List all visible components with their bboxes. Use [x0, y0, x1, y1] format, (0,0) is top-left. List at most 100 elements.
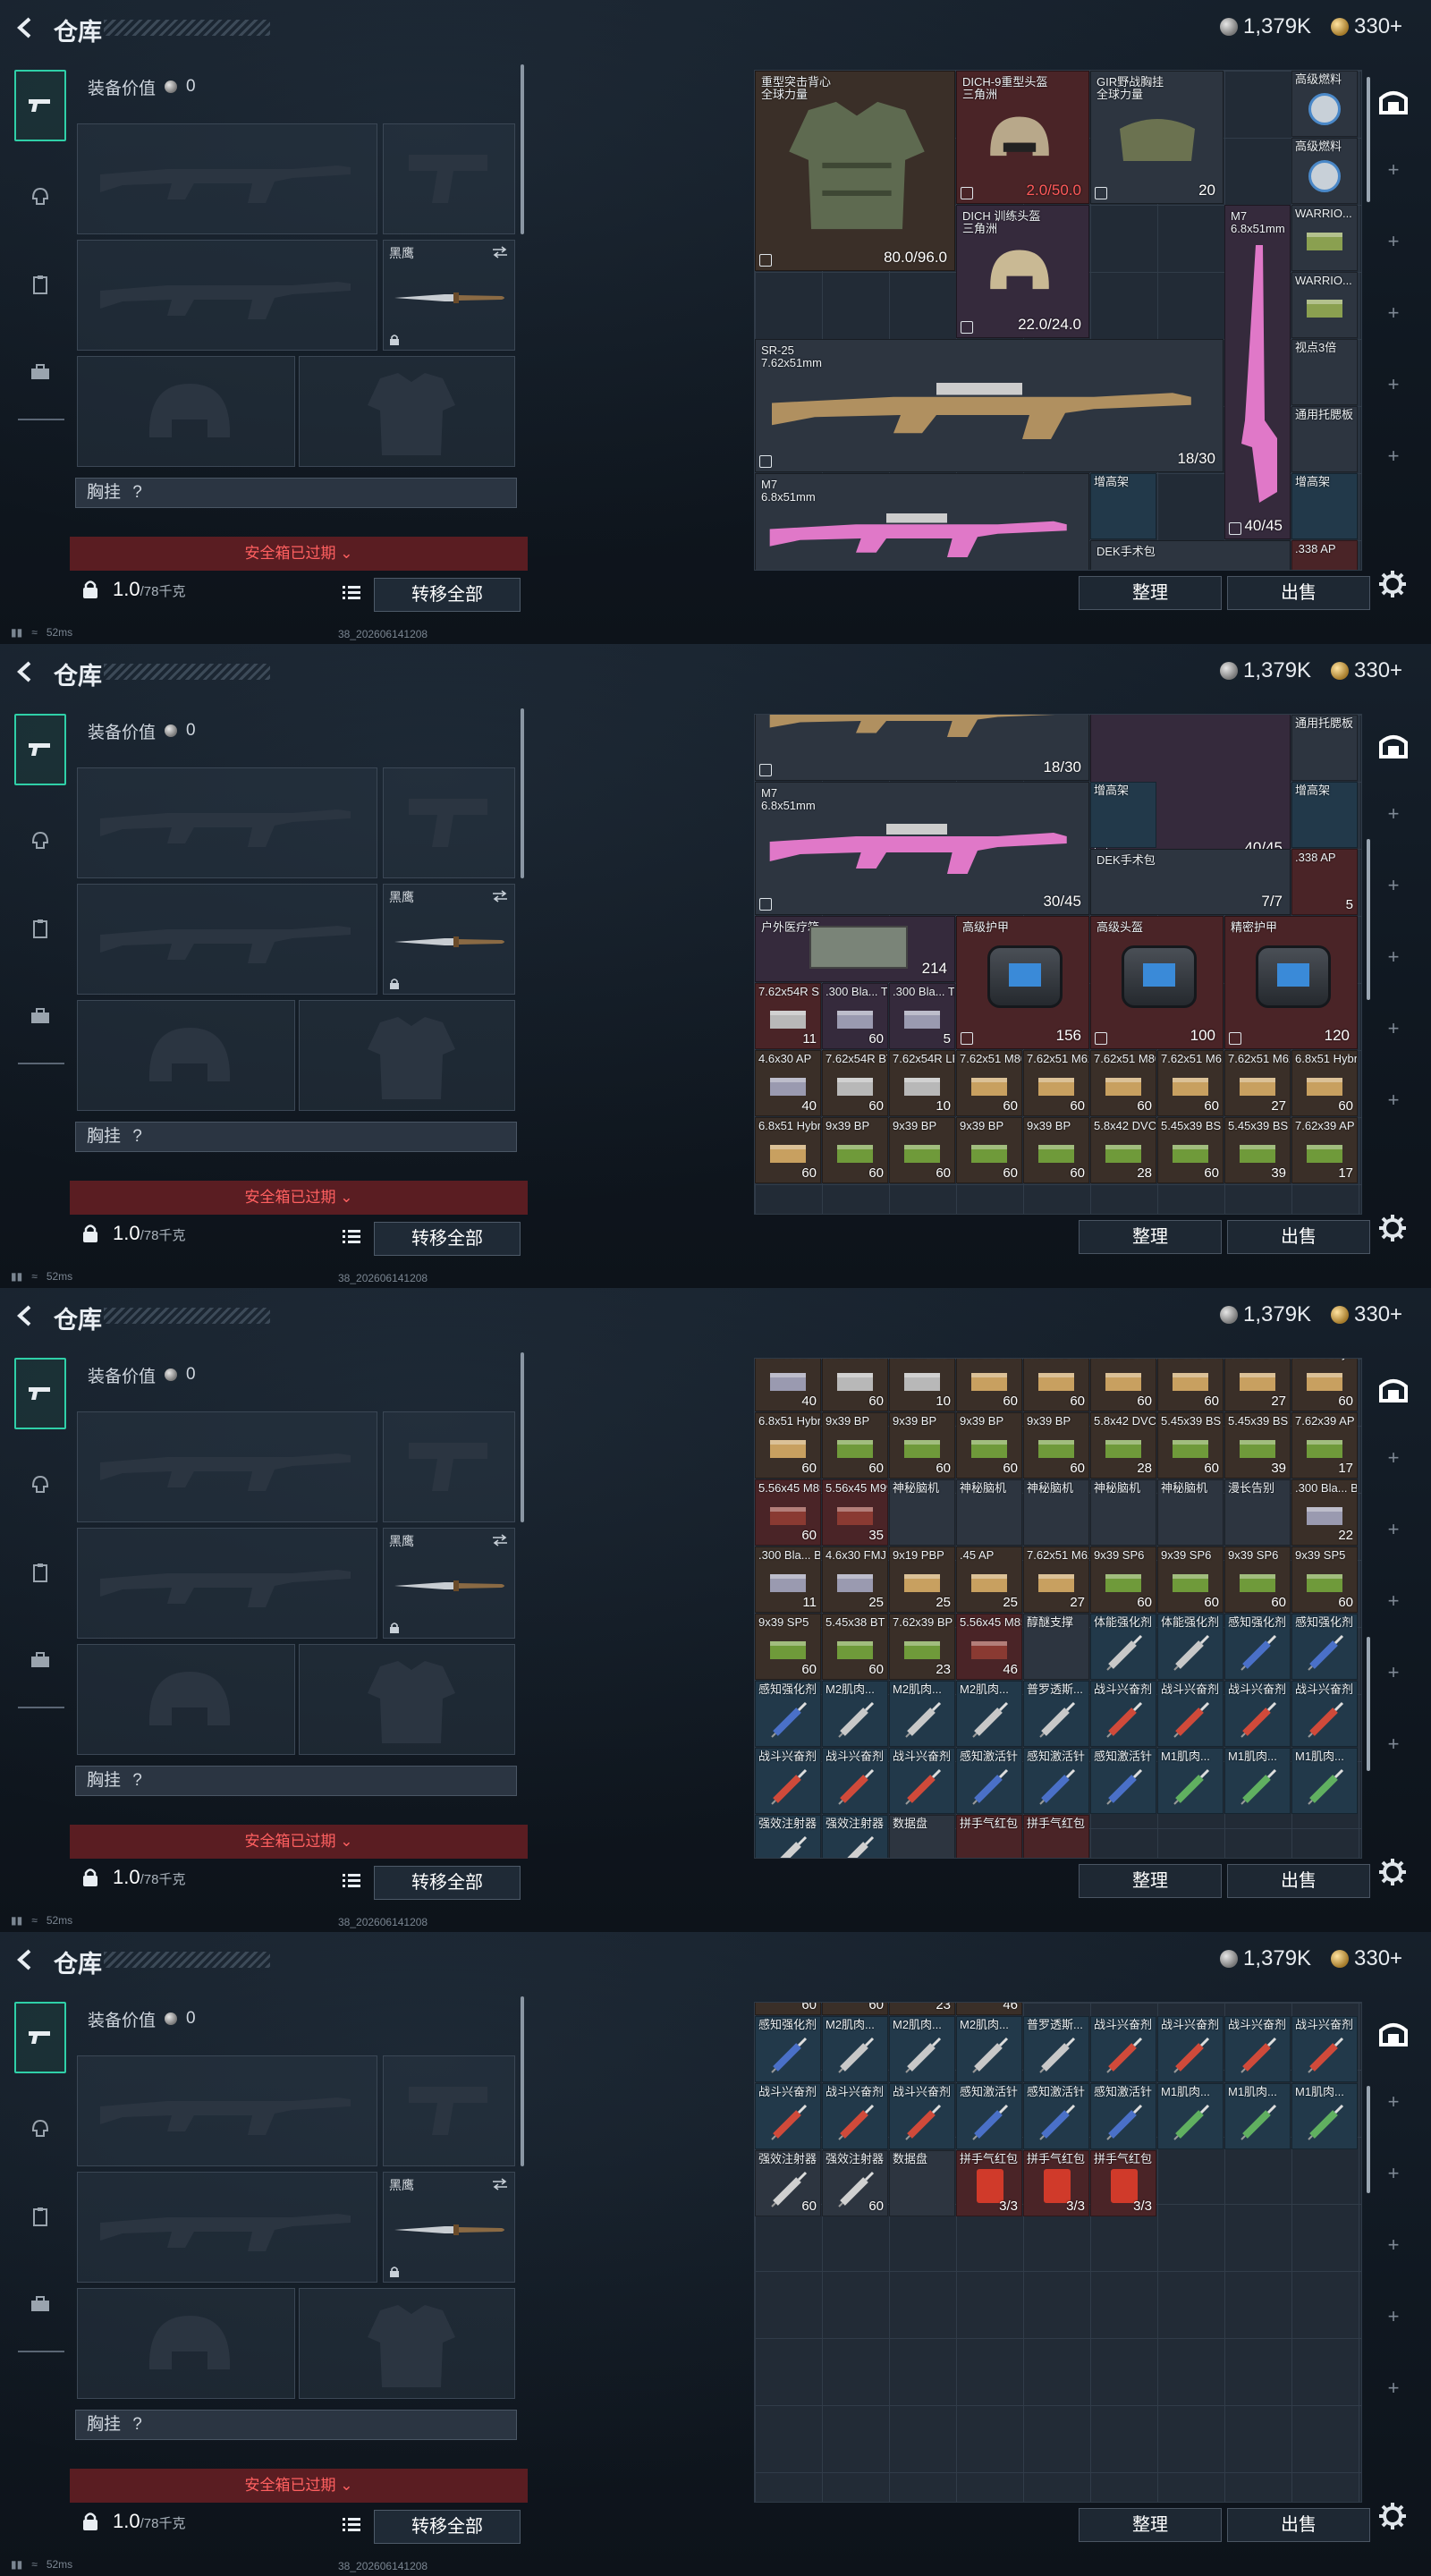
swap-icon[interactable] — [491, 246, 509, 258]
ammo-item[interactable]: 7.62x39 AP 17 — [1291, 1117, 1358, 1183]
nav-items-tab[interactable] — [14, 893, 66, 964]
consumable-item[interactable]: M1肌肉... — [1224, 1748, 1291, 1814]
cheek-rest-item[interactable]: 通用托腮板 — [1291, 406, 1358, 472]
consumable-item[interactable]: M2肌肉... — [956, 1681, 1022, 1747]
fuel-item[interactable]: 高级燃料 — [1291, 71, 1358, 137]
chest-rig-slot[interactable]: 胸挂 ? — [75, 1122, 517, 1152]
move-all-button[interactable]: 转移全部 — [374, 1866, 521, 1900]
training-helmet-item[interactable]: DICH 训练头盔 三角洲 22.0/24.0 — [956, 205, 1089, 338]
add-tab-plus-icon[interactable]: + — [1377, 1013, 1410, 1045]
sell-button[interactable]: 出售 — [1227, 576, 1370, 610]
list-icon[interactable] — [342, 1227, 361, 1245]
ammo-item[interactable]: 5.45x39 BS 60 — [1157, 1117, 1224, 1183]
chest-rig-item[interactable]: GIR野战胸挂 全球力量 20 — [1090, 71, 1224, 204]
armor-vest-item[interactable]: 重型突击背心 全球力量 80.0/96.0 — [755, 71, 955, 271]
ammo-item[interactable]: 9x39 BP 60 — [1023, 1117, 1089, 1183]
consumable-item[interactable]: 漫长告别 — [1224, 1479, 1291, 1546]
medkit-item[interactable]: 户外医疗箱 214 — [755, 916, 955, 982]
sell-button[interactable]: 出售 — [1227, 1220, 1370, 1254]
consumable-item[interactable]: 战斗兴奋剂 — [1090, 1681, 1156, 1747]
consumable-item[interactable]: M2肌肉... — [956, 2016, 1022, 2082]
gold-currency[interactable]: 330+ — [1331, 658, 1402, 683]
nav-weapons-tab[interactable] — [14, 2002, 66, 2073]
gear-icon[interactable] — [1377, 1857, 1408, 1887]
ammo-item[interactable]: 5.8x42 DVC12 28 — [1090, 1117, 1156, 1183]
ammo-item[interactable]: 7.62x51 M61 60 — [1157, 1359, 1224, 1411]
add-tab-plus-icon[interactable]: + — [1377, 2301, 1410, 2333]
consumable-item[interactable]: 数据盘 — [889, 1815, 955, 1858]
stash-scrollbar[interactable] — [1367, 77, 1370, 202]
safebox-expired-bar[interactable]: 安全箱已过期 ⌄ — [70, 537, 528, 571]
ammo-item[interactable]: 6.8x51 Hybrid 60 — [755, 1412, 821, 1479]
helmet-slot[interactable] — [77, 356, 295, 467]
add-tab-plus-icon[interactable]: + — [1377, 369, 1410, 401]
ammo-item[interactable]: .300 Bla... BCP FMJ 11 — [755, 1546, 821, 1613]
sell-button[interactable]: 出售 — [1227, 2508, 1370, 2542]
consumable-item[interactable]: 神秘脑机 — [1023, 1479, 1089, 1546]
add-tab-plus-icon[interactable]: + — [1377, 1728, 1410, 1760]
ammo-item[interactable]: 4.6x30 AP 40 — [755, 1050, 821, 1116]
consumable-item[interactable]: 普罗透斯... — [1023, 1681, 1089, 1747]
stash-icon[interactable] — [1377, 1374, 1410, 1406]
ammo-item[interactable]: 6.8x51 Hybrid 60 — [1291, 1359, 1358, 1411]
helmet-slot[interactable] — [77, 1000, 295, 1111]
consumable-item[interactable]: 体能强化剂 — [1157, 1614, 1224, 1680]
ammo-item[interactable]: 23 — [889, 2003, 955, 2015]
ammo-item[interactable]: 9x39 BP 60 — [822, 1412, 888, 1479]
add-tab-plus-icon[interactable]: + — [1377, 941, 1410, 973]
dek-kit-item[interactable]: DEK手术包 7/7 — [1090, 849, 1291, 915]
ammo-item[interactable]: 7.62x51 M80 60 — [1090, 1359, 1156, 1411]
add-tab-plus-icon[interactable]: + — [1377, 440, 1410, 472]
m7-rifle-item-2[interactable]: M7 6.8x51mm — [755, 473, 1089, 570]
move-all-button[interactable]: 转移全部 — [374, 578, 521, 612]
equipment-scrollbar[interactable] — [521, 1352, 524, 1522]
safebox-expired-bar[interactable]: 安全箱已过期 ⌄ — [70, 1181, 528, 1215]
gear-icon[interactable] — [1377, 1213, 1408, 1243]
silver-currency[interactable]: 1,379K — [1220, 1302, 1311, 1327]
ammo-item[interactable]: 7.62x54R LPS 10 — [889, 1359, 955, 1411]
consumable-item[interactable]: 感知强化剂 — [755, 1681, 821, 1747]
nav-bag-tab[interactable] — [14, 980, 66, 1052]
move-all-button[interactable]: 转移全部 — [374, 1222, 521, 1256]
consumable-item[interactable]: 神秘脑机 — [1157, 1479, 1224, 1546]
nav-bag-tab[interactable] — [14, 2268, 66, 2340]
scope-item[interactable]: 视点3倍 — [1291, 339, 1358, 405]
chest-rig-slot[interactable]: 胸挂 ? — [75, 1766, 517, 1796]
equipment-scrollbar[interactable] — [521, 1996, 524, 2166]
consumable-item[interactable]: M1肌肉... — [1157, 1748, 1224, 1814]
consumable-item[interactable]: M2肌肉... — [822, 2016, 888, 2082]
list-icon[interactable] — [342, 2515, 361, 2533]
consumable-item[interactable]: 战斗兴奋剂 — [1291, 2016, 1358, 2082]
ammo-item[interactable]: 7.62x54R SN 11 — [755, 983, 821, 1049]
ammo-item[interactable]: 9x39 SP6 60 — [1224, 1546, 1291, 1613]
ammo-item[interactable]: 9x39 SP6 60 — [1090, 1546, 1156, 1613]
ammo-item[interactable]: 7.62x39 AP 17 — [1291, 1412, 1358, 1479]
m7-rifle-item-2[interactable]: M7 6.8x51mm 30/45 — [755, 782, 1089, 915]
swap-icon[interactable] — [491, 2178, 509, 2190]
sort-button[interactable]: 整理 — [1079, 1864, 1222, 1898]
secondary-weapon-slot[interactable] — [77, 1528, 377, 1639]
fuel-item[interactable]: 高级燃料 — [1291, 138, 1358, 204]
gold-currency[interactable]: 330+ — [1331, 1302, 1402, 1327]
ammo-item[interactable]: 7.62x51 M62 60 — [1023, 1359, 1089, 1411]
consumable-item[interactable]: 战斗兴奋剂 — [889, 1748, 955, 1814]
silver-currency[interactable]: 1,379K — [1220, 1946, 1311, 1971]
nav-items-tab[interactable] — [14, 2181, 66, 2252]
sort-button[interactable]: 整理 — [1079, 1220, 1222, 1254]
helmet-slot[interactable] — [77, 2288, 295, 2399]
stash-icon[interactable] — [1377, 86, 1410, 118]
ammo-338-item[interactable]: .338 AP 5 — [1291, 849, 1358, 915]
safebox-expired-bar[interactable]: 安全箱已过期 ⌄ — [70, 2469, 528, 2503]
ammo-item[interactable]: 7.62x51 M80 60 — [1090, 1050, 1156, 1116]
consumable-item[interactable]: 战斗兴奋剂 — [822, 1748, 888, 1814]
consumable-item[interactable]: M2肌肉... — [889, 2016, 955, 2082]
add-tab-plus-icon[interactable]: + — [1377, 1657, 1410, 1689]
consumable-item[interactable]: 感知激活针 — [1090, 2083, 1156, 2149]
consumable-item[interactable]: 战斗兴奋剂 — [889, 2083, 955, 2149]
primary-weapon-slot[interactable] — [77, 2055, 377, 2166]
consumable-item[interactable]: 感知激活针 — [1090, 1748, 1156, 1814]
consumable-item[interactable]: 战斗兴奋剂 — [1157, 1681, 1224, 1747]
melee-slot[interactable]: 黑鹰 — [383, 2172, 515, 2283]
consumable-item[interactable]: 强效注射器 — [755, 1815, 821, 1858]
sort-button[interactable]: 整理 — [1079, 576, 1222, 610]
